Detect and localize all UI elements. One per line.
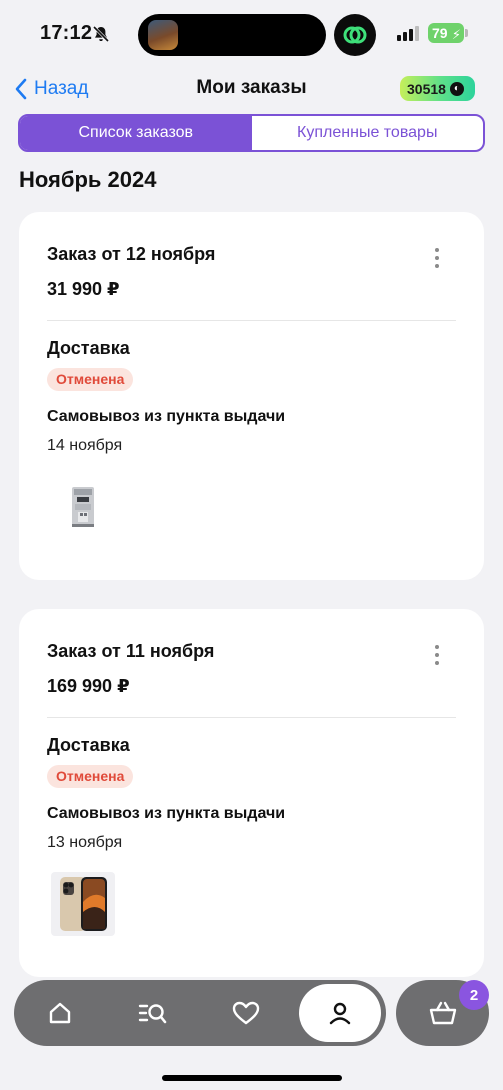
catalog-search-icon[interactable]: [131, 991, 175, 1035]
delivery-method: Самовывоз из пункта выдачи: [47, 408, 286, 425]
battery-level: 79: [432, 25, 448, 41]
home-icon[interactable]: [38, 991, 82, 1035]
divider: [47, 320, 456, 321]
status-badge: Отменена: [47, 765, 134, 788]
profile-icon[interactable]: [299, 984, 381, 1042]
product-thumbnail[interactable]: [51, 475, 115, 539]
charging-bolt-icon: ⚡: [451, 27, 461, 42]
product-thumbnail[interactable]: [51, 872, 115, 936]
delivery-date: 14 ноября: [47, 437, 123, 454]
app-link-icon: [334, 14, 376, 56]
orders-segmented-control: Список заказов Купленные товары: [18, 114, 485, 152]
delivery-label: Доставка: [47, 338, 130, 358]
delivery-method: Самовывоз из пункта выдачи: [47, 805, 286, 822]
delivery-label: Доставка: [47, 735, 130, 755]
dynamic-island: [138, 14, 326, 56]
bonus-balance-badge[interactable]: 30518 ◐: [400, 76, 475, 101]
favorites-heart-icon[interactable]: [224, 991, 268, 1035]
bell-muted-icon: [92, 25, 110, 43]
smartphone-icon: [60, 877, 107, 931]
status-bar: 17:12 79 ⚡: [0, 0, 503, 70]
more-options-icon[interactable]: [431, 248, 443, 270]
live-activity-app-icon: [148, 20, 178, 50]
bottom-tab-bar: [14, 980, 386, 1046]
bonus-amount: 30518: [407, 80, 446, 97]
tab-order-list[interactable]: Список заказов: [20, 116, 252, 150]
more-options-icon[interactable]: [431, 645, 443, 667]
tab-purchased-items[interactable]: Купленные товары: [252, 116, 484, 150]
delivery-date: 13 ноября: [47, 834, 123, 851]
basket-icon: [429, 1001, 456, 1025]
status-time: 17:12: [40, 22, 93, 44]
coffee-machine-icon: [72, 487, 94, 527]
status-badge: Отменена: [47, 368, 134, 391]
battery-indicator: 79 ⚡: [428, 23, 464, 43]
order-card[interactable]: Заказ от 12 ноября 31 990 ₽ Доставка Отм…: [19, 212, 484, 580]
month-heading: Ноябрь 2024: [19, 167, 157, 192]
divider: [47, 717, 456, 718]
order-card[interactable]: Заказ от 11 ноября 169 990 ₽ Доставка От…: [19, 609, 484, 977]
order-sum: 31 990 ₽: [47, 279, 120, 299]
cellular-signal-icon: [397, 26, 419, 41]
home-indicator: [162, 1075, 342, 1081]
order-sum: 169 990 ₽: [47, 676, 130, 696]
order-title: Заказ от 12 ноября: [47, 244, 216, 264]
bonus-coin-icon: ◐: [449, 81, 464, 96]
order-title: Заказ от 11 ноября: [47, 641, 215, 661]
cart-count-badge: 2: [459, 980, 489, 1010]
battery-cap: [465, 29, 468, 37]
